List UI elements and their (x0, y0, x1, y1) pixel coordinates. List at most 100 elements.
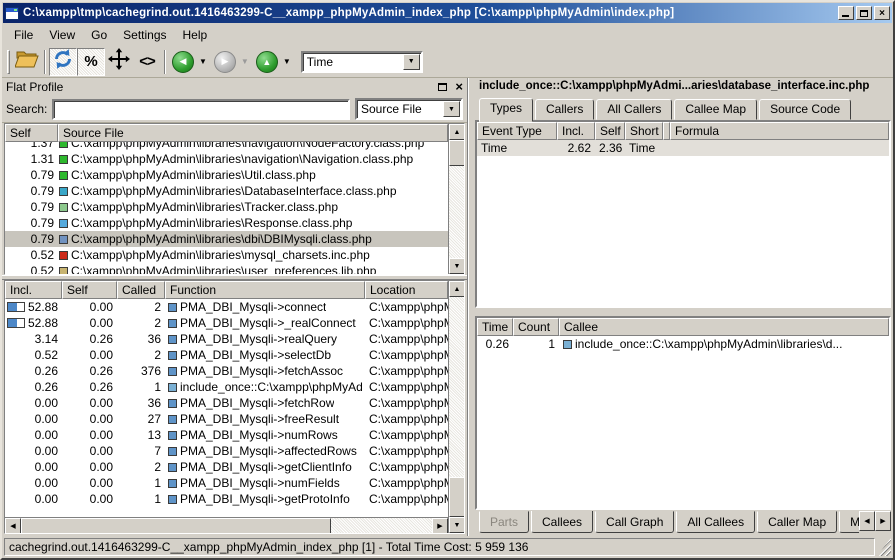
source-file-row[interactable]: 0.52 C:\xampp\phpMyAdmin\libraries\user_… (5, 263, 448, 274)
scroll-left-icon[interactable]: ◀ (5, 518, 21, 533)
function-row[interactable]: 0.00 0.00 36 PMA_DBI_Mysqli->fetchRow C:… (5, 395, 448, 411)
source-file-row[interactable]: 0.79 C:\xampp\phpMyAdmin\libraries\Datab… (5, 183, 448, 199)
function-row[interactable]: 3.14 0.26 36 PMA_DBI_Mysqli->realQuery C… (5, 331, 448, 347)
column-header-blank[interactable] (663, 122, 670, 140)
source-file-path: C:\xampp\phpMyAdmin\libraries\dbi\DBIMys… (71, 232, 372, 246)
column-header-short[interactable]: Short (625, 122, 663, 140)
maximize-button[interactable] (856, 6, 872, 20)
incl-value: 52.88 (28, 300, 58, 314)
short-name: Time (625, 141, 663, 155)
source-file-row[interactable]: 1.37 C:\xampp\phpMyAdmin\libraries\navig… (5, 142, 448, 151)
source-list-scrollbar[interactable]: ▲ ▼ (448, 124, 464, 274)
bottom-tab[interactable]: Callees (531, 511, 593, 533)
detail-tab[interactable]: Source Code (759, 99, 851, 120)
column-header-location[interactable]: Location (365, 281, 448, 299)
bottom-tab[interactable]: Caller Map (757, 511, 837, 533)
scrollbar-thumb[interactable] (449, 477, 465, 517)
minimize-button[interactable] (838, 6, 854, 20)
column-header-source-file[interactable]: Source File (58, 124, 448, 142)
column-header-self[interactable]: Self (595, 122, 625, 140)
cycle-detection-button[interactable] (49, 48, 77, 76)
tab-scroll-left-icon[interactable]: ◀ (859, 511, 875, 531)
column-header-called[interactable]: Called (117, 281, 165, 299)
grouping-combo[interactable]: Source File ▼ (355, 98, 463, 120)
menu-item[interactable]: View (41, 26, 83, 44)
source-file-row[interactable]: 0.52 C:\xampp\phpMyAdmin\libraries\mysql… (5, 247, 448, 263)
column-header-self[interactable]: Self (5, 124, 58, 142)
column-header-self[interactable]: Self (62, 281, 117, 299)
scroll-down-icon[interactable]: ▼ (449, 258, 465, 274)
source-file-path: C:\xampp\phpMyAdmin\libraries\user_prefe… (71, 264, 376, 274)
up-button[interactable]: ▲ (253, 48, 281, 76)
bottom-tab[interactable]: Call Graph (595, 511, 674, 533)
column-header-formula[interactable]: Formula (670, 122, 889, 140)
scrollbar-thumb[interactable] (21, 518, 331, 533)
menu-item[interactable]: Help (175, 26, 216, 44)
back-dropdown-caret[interactable]: ▼ (199, 57, 207, 66)
column-header-callee[interactable]: Callee (559, 318, 889, 336)
refresh-icon (52, 48, 74, 75)
detail-tab[interactable]: All Callers (596, 99, 672, 120)
function-list-scrollbar[interactable]: ▲ ▼ (448, 281, 464, 533)
function-row[interactable]: 0.00 0.00 13 PMA_DBI_Mysqli->numRows C:\… (5, 427, 448, 443)
up-dropdown-caret[interactable]: ▼ (283, 57, 291, 66)
bottom-tab[interactable]: Parts (479, 511, 529, 533)
function-row[interactable]: 0.00 0.00 27 PMA_DBI_Mysqli->freeResult … (5, 411, 448, 427)
source-file-row[interactable]: 1.31 C:\xampp\phpMyAdmin\libraries\navig… (5, 151, 448, 167)
scrollbar-thumb[interactable] (449, 140, 465, 166)
scroll-up-icon[interactable]: ▲ (449, 124, 465, 140)
dock-float-icon[interactable] (438, 83, 447, 91)
back-button[interactable]: ◀ (169, 48, 197, 76)
source-file-row[interactable]: 0.79 C:\xampp\phpMyAdmin\libraries\Track… (5, 199, 448, 215)
function-row[interactable]: 52.88 0.00 2 PMA_DBI_Mysqli->_realConnec… (5, 315, 448, 331)
function-row[interactable]: 0.00 0.00 1 PMA_DBI_Mysqli->getProtoInfo… (5, 491, 448, 507)
relative-percent-button[interactable]: % (77, 48, 105, 76)
toolbar-handle[interactable] (7, 50, 10, 74)
menu-item[interactable]: Settings (115, 26, 174, 44)
move-button[interactable] (105, 48, 133, 76)
event-type-row[interactable]: Time 2.62 2.36 Time (477, 140, 889, 156)
column-header-time[interactable]: Time (477, 318, 513, 336)
detail-tab[interactable]: Types (479, 98, 533, 122)
source-file-row[interactable]: 0.79 C:\xampp\phpMyAdmin\libraries\Util.… (5, 167, 448, 183)
scroll-right-icon[interactable]: ▶ (432, 518, 448, 533)
column-header-count[interactable]: Count (513, 318, 559, 336)
function-row[interactable]: 0.00 0.00 1 PMA_DBI_Mysqli->numFields C:… (5, 475, 448, 491)
bottom-tab[interactable]: All Callees (676, 511, 755, 533)
function-row[interactable]: 0.00 0.00 2 PMA_DBI_Mysqli->getClientInf… (5, 459, 448, 475)
column-header-function[interactable]: Function (165, 281, 365, 299)
source-file-row[interactable]: 0.79 C:\xampp\phpMyAdmin\libraries\dbi\D… (5, 231, 448, 247)
bottom-tab[interactable]: Machine C (839, 511, 859, 533)
menu-item[interactable]: Go (83, 26, 115, 44)
column-header-incl[interactable]: Incl. (557, 122, 595, 140)
function-row[interactable]: 52.88 0.00 2 PMA_DBI_Mysqli->connect C:\… (5, 299, 448, 315)
types-list: Time 2.62 2.36 Time (477, 140, 889, 306)
function-row[interactable]: 0.00 0.00 7 PMA_DBI_Mysqli->affectedRows… (5, 443, 448, 459)
event-type-combo[interactable]: Time ▼ (301, 51, 423, 73)
search-input[interactable] (52, 99, 350, 120)
callee-row[interactable]: 0.26 1 include_once::C:\xampp\phpMyAdmin… (477, 336, 889, 352)
scroll-down-icon[interactable]: ▼ (449, 517, 465, 533)
function-row[interactable]: 0.26 0.26 1 include_once::C:\xampp\phpMy… (5, 379, 448, 395)
resize-grip[interactable] (877, 538, 891, 556)
tab-scroll-right-icon[interactable]: ▶ (875, 511, 891, 531)
function-row[interactable]: 0.26 0.26 376 PMA_DBI_Mysqli->fetchAssoc… (5, 363, 448, 379)
expand-collapse-button[interactable]: <> (133, 48, 161, 76)
combo-dropdown-icon[interactable]: ▼ (443, 101, 460, 117)
menu-item[interactable]: File (6, 26, 41, 44)
scroll-up-icon[interactable]: ▲ (449, 281, 465, 297)
detail-tab[interactable]: Callee Map (674, 99, 757, 120)
up-icon: ▲ (256, 51, 278, 73)
back-icon: ◀ (172, 51, 194, 73)
dock-close-icon[interactable]: × (455, 82, 463, 92)
function-row[interactable]: 0.52 0.00 2 PMA_DBI_Mysqli->selectDb C:\… (5, 347, 448, 363)
forward-button[interactable]: ▶ (211, 48, 239, 76)
close-button[interactable]: × (874, 6, 890, 20)
open-file-button[interactable] (13, 48, 41, 76)
function-table-hscrollbar[interactable]: ◀ ▶ (5, 517, 448, 533)
source-file-row[interactable]: 0.79 C:\xampp\phpMyAdmin\libraries\Respo… (5, 215, 448, 231)
column-header-incl[interactable]: Incl. (5, 281, 62, 299)
column-header-event-type[interactable]: Event Type (477, 122, 557, 140)
detail-tab[interactable]: Callers (535, 99, 594, 120)
combo-dropdown-icon[interactable]: ▼ (403, 54, 420, 70)
